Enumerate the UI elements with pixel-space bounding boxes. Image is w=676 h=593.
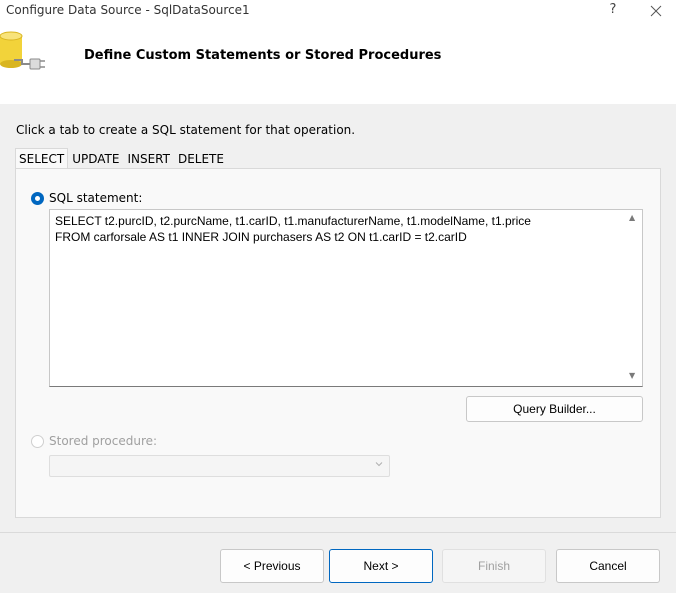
scroll-up-arrow-icon[interactable]: ▲ — [629, 213, 635, 222]
stored-procedure-label: Stored procedure: — [49, 434, 158, 448]
cancel-button[interactable]: Cancel — [556, 549, 660, 583]
sql-line-2: FROM carforsale AS t1 INNER JOIN purchas… — [55, 230, 467, 244]
finish-button[interactable]: Finish — [442, 549, 546, 583]
title-bar: Configure Data Source - SqlDataSource1 ? — [0, 0, 676, 22]
sql-statement-option[interactable]: SQL statement: — [31, 191, 142, 205]
close-button[interactable] — [644, 1, 668, 21]
page-heading: Define Custom Statements or Stored Proce… — [84, 48, 442, 63]
tab-update[interactable]: UPDATE — [68, 148, 123, 168]
tab-insert[interactable]: INSERT — [123, 148, 174, 168]
help-button[interactable]: ? — [603, 2, 623, 20]
configure-data-source-dialog: Configure Data Source - SqlDataSource1 ?… — [0, 0, 676, 593]
close-icon — [650, 5, 662, 17]
sql-statement-radio[interactable] — [31, 191, 44, 205]
tab-panel: SQL statement: SELECT t2.purcID, t2.purc… — [15, 168, 661, 518]
vertical-scrollbar[interactable]: ▲ ▼ — [625, 210, 642, 386]
tab-select[interactable]: SELECT — [15, 148, 69, 170]
scroll-down-arrow-icon[interactable]: ▼ — [629, 371, 635, 380]
header-area: Configure Data Source - SqlDataSource1 ?… — [0, 0, 676, 104]
previous-button[interactable]: < Previous — [220, 549, 324, 583]
next-button[interactable]: Next > — [329, 549, 433, 583]
database-plug-icon — [0, 31, 45, 70]
window-title: Configure Data Source - SqlDataSource1 — [6, 3, 250, 17]
sql-statement-label: SQL statement: — [49, 191, 143, 205]
tab-delete[interactable]: DELETE — [174, 148, 228, 168]
operation-tabs: SELECT UPDATE INSERT DELETE — [15, 148, 228, 170]
sql-statement-textarea[interactable]: SELECT t2.purcID, t2.purcName, t1.carID,… — [49, 209, 643, 387]
stored-procedure-dropdown[interactable] — [49, 455, 390, 477]
sql-line-1: SELECT t2.purcID, t2.purcName, t1.carID,… — [55, 214, 531, 228]
sql-statement-text: SELECT t2.purcID, t2.purcName, t1.carID,… — [55, 213, 621, 245]
chevron-down-icon — [375, 462, 383, 467]
stored-procedure-radio[interactable] — [31, 434, 44, 448]
footer-divider — [0, 532, 676, 533]
query-builder-button[interactable]: Query Builder... — [466, 396, 643, 422]
stored-procedure-option[interactable]: Stored procedure: — [31, 434, 157, 448]
instruction-text: Click a tab to create a SQL statement fo… — [16, 123, 356, 137]
